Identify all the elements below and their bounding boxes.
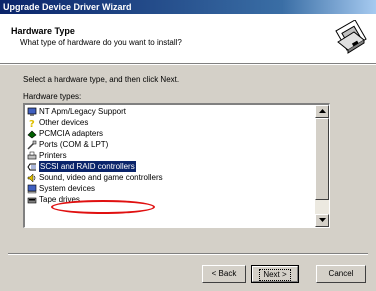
list-item-sound[interactable]: Sound, video and game controllers xyxy=(27,172,312,183)
list-item-label: SCSI and RAID controllers xyxy=(39,161,136,172)
list-item-ports[interactable]: Ports (COM & LPT) xyxy=(27,139,312,150)
scroll-thumb[interactable] xyxy=(315,118,329,200)
list-item-label: PCMCIA adapters xyxy=(39,129,104,138)
svg-text:?: ? xyxy=(29,119,35,128)
tape-icon xyxy=(27,197,37,203)
port-icon xyxy=(27,140,37,150)
instruction-text: Select a hardware type, and then click N… xyxy=(23,75,180,84)
header-subtitle: What type of hardware do you want to ins… xyxy=(20,38,182,47)
list-item-other-devices[interactable]: ? Other devices xyxy=(27,117,312,128)
wizard-header: Hardware Type What type of hardware do y… xyxy=(0,14,376,64)
system-icon xyxy=(27,184,37,193)
list-item-printers[interactable]: Printers xyxy=(27,150,312,161)
question-icon: ? xyxy=(29,119,35,128)
arrow-down-icon xyxy=(319,218,326,222)
list-item-label: System devices xyxy=(39,184,96,193)
arrow-up-icon xyxy=(319,109,326,113)
next-button-label: Next > xyxy=(259,269,291,281)
computer-icon xyxy=(27,107,37,116)
list-item-pcmcia[interactable]: PCMCIA adapters xyxy=(27,128,312,139)
button-divider xyxy=(8,253,368,255)
list-item-label: Ports (COM & LPT) xyxy=(39,140,109,149)
scroll-down-button[interactable] xyxy=(315,214,329,227)
highlight-ellipse xyxy=(51,200,155,214)
list-item-label: Other devices xyxy=(39,118,89,127)
list-item-nt-apm[interactable]: NT Apm/Legacy Support xyxy=(27,106,312,117)
list-item-scsi[interactable]: SCSI and RAID controllers xyxy=(27,161,312,172)
window-title: Upgrade Device Driver Wizard xyxy=(3,2,132,12)
scsi-icon xyxy=(27,163,36,170)
list-item-label: Printers xyxy=(39,151,67,160)
pcmcia-icon xyxy=(27,130,37,138)
header-title: Hardware Type xyxy=(11,26,75,36)
wizard-body: Select a hardware type, and then click N… xyxy=(0,65,376,291)
next-button[interactable]: Next > xyxy=(251,265,299,283)
wizard-hardware-icon xyxy=(335,20,367,54)
list-item-label: Sound, video and game controllers xyxy=(39,173,163,182)
hardware-types-label: Hardware types: xyxy=(23,92,82,101)
list-scrollbar[interactable] xyxy=(315,105,329,227)
printer-icon xyxy=(27,151,37,159)
window-titlebar[interactable]: Upgrade Device Driver Wizard xyxy=(0,0,376,14)
sound-icon xyxy=(27,172,36,183)
list-item-label: NT Apm/Legacy Support xyxy=(39,107,127,116)
list-item-system[interactable]: System devices xyxy=(27,183,312,194)
back-button[interactable]: < Back xyxy=(202,265,246,283)
scroll-up-button[interactable] xyxy=(315,105,329,118)
cancel-button[interactable]: Cancel xyxy=(316,265,366,283)
